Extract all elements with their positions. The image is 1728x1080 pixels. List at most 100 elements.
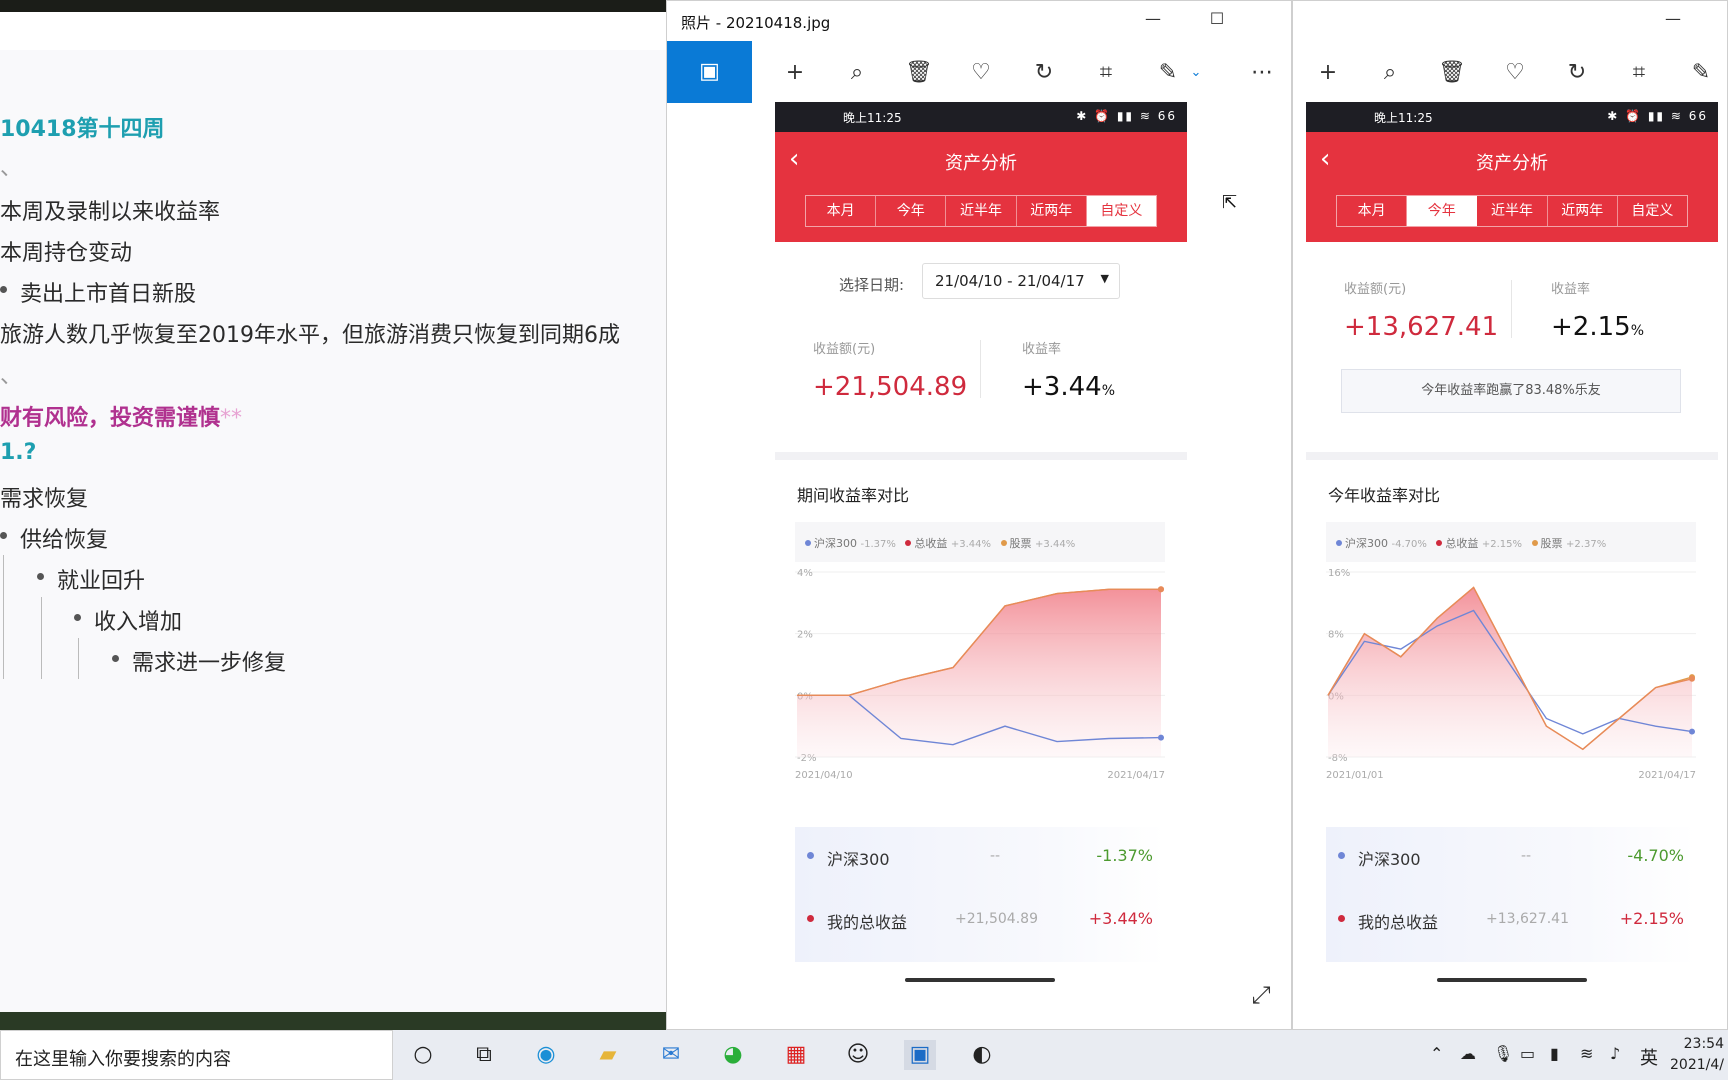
battery-icon[interactable]: ▮ — [1550, 1044, 1559, 1063]
edit-icon[interactable]: ✎ — [1687, 59, 1715, 87]
note-line: 需求进一步修复 — [132, 651, 287, 676]
phone-status-bar: 晚上11:25 ✱ ⏰ ▮▮ ≋ 66 — [1306, 102, 1718, 132]
series-name: 沪深300 — [827, 850, 890, 869]
tab-half-year[interactable]: 近半年 — [946, 196, 1017, 226]
photo-toolbar: ▣ + ⌕ 🗑 ♡ ↻ ⌗ ✎ ⌄ ⋯ — [667, 41, 1291, 103]
title-bar: 照片 - 20210418.jpg — ☐ — [667, 1, 1291, 41]
zoom-icon[interactable]: ⌕ — [843, 59, 871, 87]
y-tick-label: 2% — [797, 630, 813, 641]
microphone-icon[interactable]: 🎙 — [1493, 1044, 1513, 1063]
note-line: 本周持仓变动 — [0, 241, 133, 266]
series-pct: +2.15% — [1619, 909, 1684, 928]
note-warning: 财有风险，投资需谨慎** — [0, 400, 242, 432]
yield-chart: 沪深300 -4.70% 总收益 +2.15% 股票 +2.37% 16%8%0… — [1326, 522, 1696, 787]
qq-icon[interactable]: ☺ — [842, 1040, 874, 1070]
series-pct: +3.44% — [1088, 909, 1153, 928]
cortana-icon[interactable]: ○ — [407, 1040, 439, 1070]
favorite-icon[interactable]: ♡ — [1501, 59, 1529, 87]
series-dot — [807, 852, 814, 859]
yield-chart: 沪深300 -1.37% 总收益 +3.44% 股票 +3.44% 4%2%0%… — [795, 522, 1165, 787]
tab-this-year[interactable]: 今年 — [1407, 196, 1478, 226]
divider — [980, 340, 981, 398]
series-amount: +13,627.41 — [1486, 911, 1569, 927]
tab-custom[interactable]: 自定义 — [1086, 196, 1157, 226]
phone-screenshot: 晚上11:25 ✱ ⏰ ▮▮ ≋ 66 ‹ 资产分析 本月 今年 近半年 近两年… — [1306, 102, 1718, 982]
total-return-area — [1328, 587, 1692, 757]
chart-legend: 沪深300 -1.37% 总收益 +3.44% 股票 +3.44% — [795, 522, 1165, 562]
rotate-icon[interactable]: ↻ — [1030, 59, 1058, 87]
tab-two-years[interactable]: 近两年 — [1017, 196, 1087, 226]
summary-row: 沪深300 -- -1.37% — [795, 837, 1165, 877]
divider — [1511, 280, 1512, 338]
taskbar-search-box[interactable]: 在这里输入你要搜索的内容 — [0, 1030, 393, 1080]
add-icon[interactable]: + — [1314, 59, 1342, 87]
rate-value: +3.44% — [1022, 372, 1115, 402]
app-title: 资产分析 — [1476, 153, 1548, 174]
summary-panel: 沪深300 -- -4.70% 我的总收益 +13,627.41 +2.15% — [1326, 827, 1696, 962]
tab-two-years[interactable]: 近两年 — [1548, 196, 1618, 226]
more-button[interactable]: ⋯ — [1248, 59, 1276, 87]
tab-month[interactable]: 本月 — [1337, 196, 1408, 226]
legend-dot — [1336, 540, 1342, 546]
app-header: ‹ 资产分析 本月 今年 近半年 近两年 自定义 — [1306, 132, 1718, 242]
tab-month[interactable]: 本月 — [806, 196, 877, 226]
crop-icon[interactable]: ⌗ — [1625, 59, 1653, 87]
phone-screenshot: 晚上11:25 ✱ ⏰ ▮▮ ≋ 66 ‹ 资产分析 本月 今年 近半年 近两年… — [775, 102, 1187, 982]
delete-icon[interactable]: 🗑 — [1438, 59, 1466, 87]
chevron-up-icon[interactable]: ⌃ — [1430, 1044, 1443, 1063]
see-all-photos-icon[interactable]: ▣ — [667, 41, 752, 103]
task-view-icon[interactable]: ⧉ — [468, 1040, 500, 1070]
delete-icon[interactable]: 🗑 — [905, 59, 933, 87]
obs-icon[interactable]: ◐ — [966, 1040, 998, 1070]
rate-unit: % — [1630, 323, 1644, 339]
summary-row: 我的总收益 +21,504.89 +3.44% — [795, 900, 1165, 940]
summary-row: 我的总收益 +13,627.41 +2.15% — [1326, 900, 1696, 940]
legend-dot — [1000, 540, 1007, 546]
tab-custom[interactable]: 自定义 — [1618, 196, 1687, 226]
minimize-button[interactable]: — — [1661, 9, 1685, 33]
app-red-icon[interactable]: ▦ — [780, 1040, 812, 1070]
note-line: 本周及录制以来收益率 — [0, 200, 221, 225]
date-range-value: 21/04/10 - 21/04/17 — [935, 272, 1085, 290]
status-time: 晚上11:25 — [843, 111, 902, 125]
edge-browser-icon[interactable]: ◉ — [530, 1040, 562, 1070]
date-range-select[interactable]: 21/04/10 - 21/04/17 ▼ — [922, 263, 1120, 299]
total-return-line-end-dot — [1689, 675, 1695, 682]
date-label: 选择日期: — [839, 276, 905, 294]
crop-icon[interactable]: ⌗ — [1092, 59, 1120, 87]
window-title: 照片 - 20210418.jpg — [681, 14, 831, 32]
minimize-button[interactable]: — — [1141, 9, 1165, 33]
favorite-icon[interactable]: ♡ — [967, 59, 995, 87]
tab-this-year[interactable]: 今年 — [876, 196, 947, 226]
wechat-icon[interactable]: ◕ — [717, 1040, 749, 1070]
volume-icon[interactable]: ♪ — [1610, 1044, 1620, 1063]
legend-value: -1.37% — [860, 539, 896, 550]
chevron-down-icon[interactable]: ⌄ — [1182, 59, 1210, 87]
file-explorer-icon[interactable]: ▰ — [592, 1040, 624, 1070]
cloud-icon[interactable]: ☁ — [1460, 1044, 1476, 1063]
series-name: 我的总收益 — [1358, 913, 1439, 932]
expand-icon[interactable]: ⤢ — [1247, 981, 1275, 1009]
notes-topbar — [0, 12, 668, 50]
taskbar-clock[interactable]: 23:54 2021/4/ — [1670, 1034, 1724, 1076]
ime-indicator[interactable]: 英 — [1640, 1044, 1658, 1070]
edit-icon[interactable]: ✎ — [1154, 59, 1182, 87]
photos-app-icon[interactable]: ▣ — [904, 1040, 936, 1070]
maximize-button[interactable]: ☐ — [1205, 9, 1229, 33]
mail-icon[interactable]: ✉ — [655, 1040, 687, 1070]
series-dot — [1338, 852, 1345, 859]
rotate-icon[interactable]: ↻ — [1563, 59, 1591, 87]
bullet-dot — [0, 286, 7, 293]
x-axis-start: 2021/04/10 — [795, 770, 853, 781]
add-icon[interactable]: + — [781, 59, 809, 87]
summary-panel: 沪深300 -- -1.37% 我的总收益 +21,504.89 +3.44% — [795, 827, 1165, 962]
display-icon[interactable]: ▭ — [1520, 1044, 1535, 1063]
legend-name: 股票 — [1540, 537, 1563, 550]
zoom-icon[interactable]: ⌕ — [1376, 59, 1404, 87]
tab-half-year[interactable]: 近半年 — [1477, 196, 1548, 226]
csi300-line-end-dot — [1158, 734, 1164, 741]
note-heading: 10418第十四周 — [0, 117, 165, 142]
legend-name: 沪深300 — [1345, 537, 1388, 550]
wifi-icon[interactable]: ≋ — [1580, 1044, 1593, 1063]
legend-value: +2.37% — [1566, 539, 1607, 550]
